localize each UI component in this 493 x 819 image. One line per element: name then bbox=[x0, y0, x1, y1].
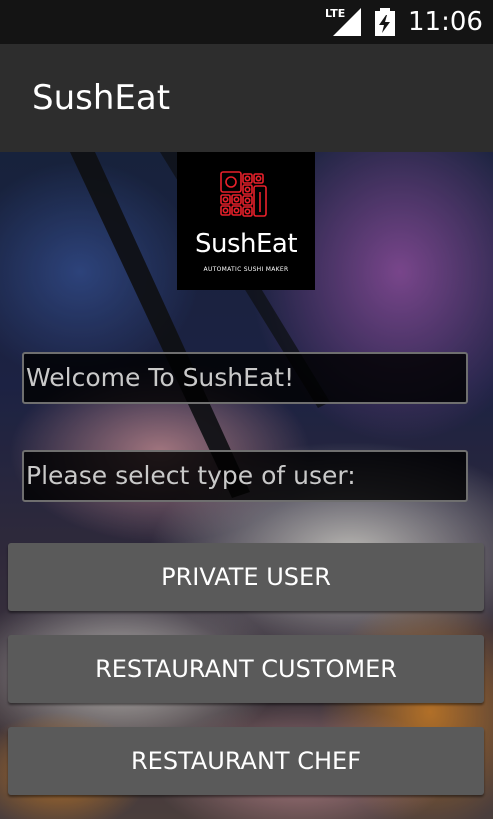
welcome-text-field[interactable]: Welcome To SushEat! bbox=[22, 352, 468, 404]
signal-icon: LTE bbox=[325, 7, 361, 36]
app-title: SushEat bbox=[32, 78, 171, 118]
logo-tagline: AUTOMATIC SUSHI MAKER bbox=[203, 266, 289, 273]
app-screen: LTE 11:06 SushEat SushEat AUTOMATIC SUSH… bbox=[0, 0, 493, 819]
user-type-prompt-field[interactable]: Please select type of user: bbox=[22, 450, 468, 502]
status-bar: LTE 11:06 bbox=[0, 0, 493, 44]
private-user-button[interactable]: PRIVATE USER bbox=[8, 543, 484, 611]
app-logo: SushEat AUTOMATIC SUSHI MAKER bbox=[177, 152, 315, 290]
restaurant-chef-button[interactable]: RESTAURANT CHEF bbox=[8, 727, 484, 795]
action-bar: SushEat bbox=[0, 44, 493, 152]
restaurant-customer-button[interactable]: RESTAURANT CUSTOMER bbox=[8, 635, 484, 703]
status-time: 11:06 bbox=[408, 7, 483, 37]
network-label: LTE bbox=[325, 7, 345, 20]
battery-charging-icon bbox=[375, 8, 395, 36]
logo-brand-text: SushEat bbox=[194, 229, 298, 259]
